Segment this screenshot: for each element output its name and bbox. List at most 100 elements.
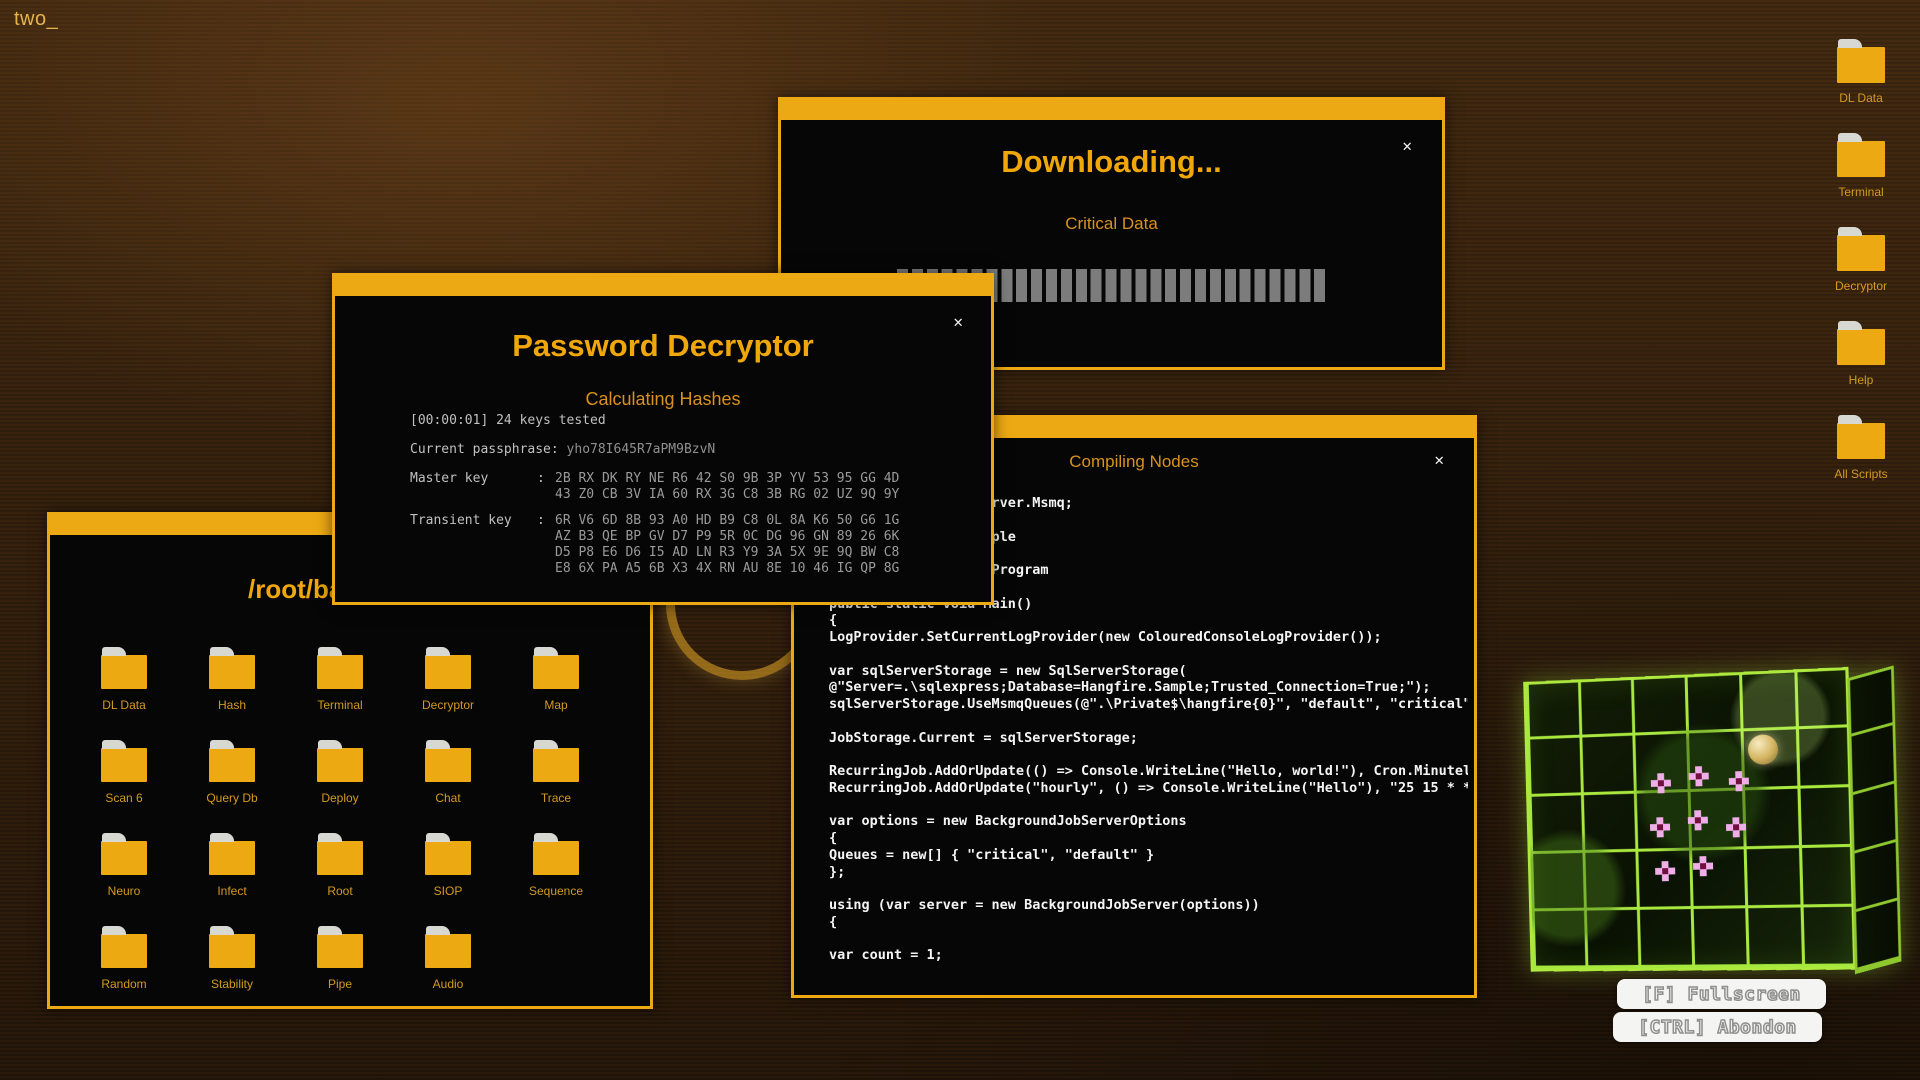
folder-item[interactable]: Infect (178, 828, 286, 921)
desktop-icon[interactable]: DL Data (1822, 47, 1900, 105)
folder-label: Infect (217, 884, 246, 898)
folder-label: Root (327, 884, 352, 898)
folder-label: Map (544, 698, 567, 712)
code-line: Queues = new[] { "critical", "default" } (829, 847, 1468, 864)
code-line: { (829, 830, 1468, 847)
key-colon: : (537, 513, 555, 577)
desktop-icon-column: DL Data Terminal Decryptor Help All Scri… (1822, 47, 1900, 481)
keys-tested-line: [00:00:01] 24 keys tested (410, 413, 971, 429)
transient-key-label: Transient key (410, 513, 537, 577)
folder-label: Sequence (529, 884, 583, 898)
hex-line: 6R V6 6D 8B 93 A0 HD B9 C8 0L 8A K6 50 G… (555, 513, 899, 529)
folder-label: Trace (541, 791, 571, 805)
folder-item[interactable]: Audio (394, 921, 502, 1014)
folder-item[interactable]: Sequence (502, 828, 610, 921)
flower-sprite (1651, 773, 1672, 794)
flower-sprite (1726, 817, 1747, 838)
folder-item[interactable]: Neuro (70, 828, 178, 921)
desktop-icon[interactable]: All Scripts (1822, 423, 1900, 481)
hud-button[interactable]: [CTRL] Abondon (1613, 1012, 1822, 1042)
master-key-row: Master key : 2B RX DK RY NE R6 42 S0 9B … (410, 471, 971, 503)
folder-icon (101, 748, 147, 782)
code-line: using (var server = new BackgroundJobSer… (829, 897, 1468, 914)
code-line: RecurringJob.AddOrUpdate("hourly", () =>… (829, 780, 1468, 797)
folder-label: SIOP (434, 884, 463, 898)
folder-label: Decryptor (422, 698, 474, 712)
code-line (829, 713, 1468, 730)
folder-icon (317, 841, 363, 875)
hud-button[interactable]: [F] Fullscreen (1617, 979, 1826, 1009)
downloading-titlebar[interactable] (781, 100, 1442, 120)
folder-icon (533, 748, 579, 782)
code-line (829, 931, 1468, 948)
code-line (829, 880, 1468, 897)
folder-label: Neuro (108, 884, 141, 898)
flower-sprite (1688, 766, 1709, 787)
decryptor-status: Calculating Hashes (335, 389, 991, 410)
folder-item[interactable]: Random (70, 921, 178, 1014)
folder-icon (317, 748, 363, 782)
folder-label: Stability (211, 977, 253, 991)
folder-label: DL Data (102, 698, 146, 712)
session-label: two_ (14, 8, 58, 31)
folder-item[interactable]: Scan 6 (70, 735, 178, 828)
folder-label: Scan 6 (105, 791, 142, 805)
desktop-icon[interactable]: Terminal (1822, 141, 1900, 199)
folder-item[interactable]: Query Db (178, 735, 286, 828)
folder-item[interactable]: Map (502, 642, 610, 735)
flower-sprite (1729, 771, 1750, 792)
folder-icon (101, 841, 147, 875)
folder-icon (1837, 141, 1885, 177)
folder-item[interactable]: Terminal (286, 642, 394, 735)
flower-sprite (1650, 817, 1671, 838)
folder-item[interactable]: Chat (394, 735, 502, 828)
folder-icon (101, 934, 147, 968)
folder-icon (1837, 423, 1885, 459)
folder-item[interactable]: SIOP (394, 828, 502, 921)
folder-item[interactable]: Root (286, 828, 394, 921)
voxel-node-cube (1506, 655, 1915, 995)
folder-item[interactable]: Pipe (286, 921, 394, 1014)
folder-label: Deploy (321, 791, 358, 805)
code-line: var sqlServerStorage = new SqlServerStor… (829, 663, 1468, 680)
desktop-icon-label: Terminal (1838, 185, 1883, 199)
flower-sprite (1693, 856, 1714, 877)
folder-item[interactable]: DL Data (70, 642, 178, 735)
folder-label: Chat (435, 791, 460, 805)
hex-line: 43 Z0 CB 3V IA 60 RX 3G C8 3B RG 02 UZ 9… (555, 487, 899, 503)
desktop-icon-label: Help (1849, 373, 1874, 387)
folder-label: Terminal (317, 698, 362, 712)
decryptor-titlebar[interactable] (335, 276, 991, 296)
hex-line: E8 6X PA A5 6B X3 4X RN AU 8E 10 46 IG Q… (555, 561, 899, 577)
code-line: RecurringJob.AddOrUpdate(() => Console.W… (829, 763, 1468, 780)
folder-icon (533, 655, 579, 689)
desktop-icon[interactable]: Help (1822, 329, 1900, 387)
code-line: var options = new BackgroundJobServerOpt… (829, 813, 1468, 830)
code-line: { (829, 914, 1468, 931)
downloading-subtitle: Critical Data (781, 214, 1442, 234)
folder-icon (425, 748, 471, 782)
folder-icon (317, 934, 363, 968)
flower-sprite (1655, 861, 1676, 882)
folder-icon (209, 934, 255, 968)
folder-label: Random (101, 977, 146, 991)
folder-grid: DL Data Hash Terminal Decryptor (70, 642, 610, 1014)
code-line (829, 646, 1468, 663)
folder-label: Query Db (206, 791, 257, 805)
passphrase-label: Current passphrase: (410, 442, 567, 457)
master-key-label: Master key (410, 471, 537, 503)
hud-button-stack: [F] Fullscreen [CTRL] Abondon (1613, 979, 1826, 1042)
folder-label: Audio (433, 977, 464, 991)
folder-icon (425, 841, 471, 875)
game-desktop: two_ DL Data Terminal Decryptor Help (0, 0, 1920, 1080)
folder-icon (317, 655, 363, 689)
desktop-icon[interactable]: Decryptor (1822, 235, 1900, 293)
folder-icon (1837, 47, 1885, 83)
folder-item[interactable]: Deploy (286, 735, 394, 828)
folder-item[interactable]: Decryptor (394, 642, 502, 735)
folder-item[interactable]: Stability (178, 921, 286, 1014)
folder-item[interactable]: Hash (178, 642, 286, 735)
folder-item[interactable]: Trace (502, 735, 610, 828)
code-line: sqlServerStorage.UseMsmqQueues(@".\Priva… (829, 696, 1468, 713)
master-key-hex: 2B RX DK RY NE R6 42 S0 9B 3P YV 53 95 G… (555, 471, 899, 503)
